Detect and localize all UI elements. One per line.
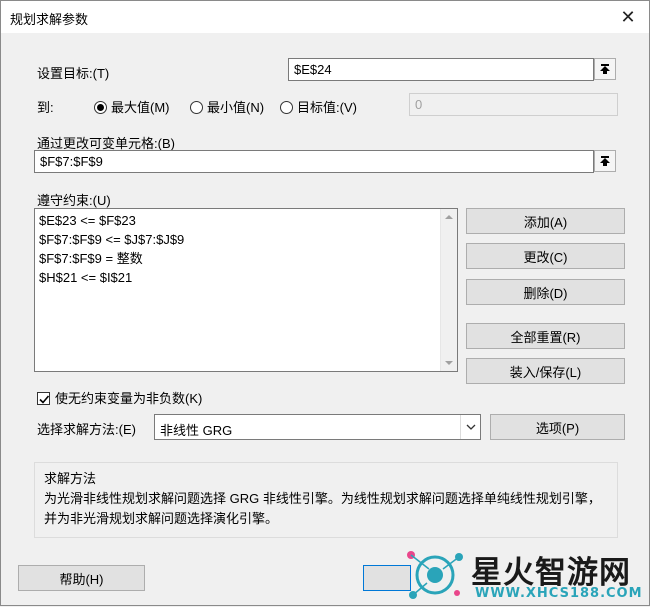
solving-method-description: 为光滑非线性规划求解问题选择 GRG 非线性引擎。为线性规划求解问题选择单纯线性…	[44, 491, 601, 526]
target-value-input[interactable]: 0	[409, 93, 618, 116]
checkbox-indicator	[37, 392, 50, 405]
constraint-item[interactable]: $E$23 <= $F$23	[39, 211, 184, 230]
method-value: 非线性 GRG	[160, 423, 233, 438]
radio-min[interactable]: 最小值(N)	[190, 97, 264, 116]
solving-method-group: 求解方法 为光滑非线性规划求解问题选择 GRG 非线性引擎。为线性规划求解问题选…	[34, 462, 618, 538]
radio-min-label: 最小值(N)	[207, 100, 265, 115]
radio-target-indicator	[280, 101, 293, 114]
title-bar: 规划求解参数 ✕	[1, 1, 649, 33]
watermark-logo-icon	[407, 551, 463, 599]
add-button[interactable]: 添加(A)	[466, 208, 625, 234]
change-button[interactable]: 更改(C)	[466, 243, 625, 269]
reset-all-button[interactable]: 全部重置(R)	[466, 323, 625, 349]
objective-label: 设置目标:(T)	[37, 66, 110, 81]
window-title: 规划求解参数	[10, 12, 89, 27]
close-icon[interactable]: ✕	[613, 4, 643, 30]
objective-collapse-button[interactable]	[594, 58, 616, 80]
constraint-item[interactable]: $H$21 <= $I$21	[39, 268, 184, 287]
chevron-down-icon[interactable]	[460, 415, 480, 439]
objective-value: $E$24	[294, 62, 332, 77]
solver-parameters-dialog: 规划求解参数 ✕ 设置目标:(T) $E$24 到: 最大值(M) 最小值(N)…	[0, 0, 650, 606]
method-select[interactable]: 非线性 GRG	[154, 414, 481, 440]
variables-value: $F$7:$F$9	[40, 154, 103, 169]
constraint-item[interactable]: $F$7:$F$9 = 整数	[39, 249, 184, 268]
radio-target-label: 目标值:(V)	[297, 100, 357, 115]
checkmark-icon	[39, 395, 50, 404]
constraint-item[interactable]: $F$7:$F$9 <= $J$7:$J$9	[39, 230, 184, 249]
radio-min-indicator	[190, 101, 203, 114]
collapse-arrow-icon	[600, 64, 610, 74]
method-label: 选择求解方法:(E)	[37, 422, 136, 437]
nonnegative-label: 使无约束变量为非负数(K)	[55, 391, 203, 406]
radio-max-indicator	[94, 101, 107, 114]
radio-target-value[interactable]: 目标值:(V)	[280, 97, 357, 116]
nonnegative-checkbox[interactable]: 使无约束变量为非负数(K)	[37, 388, 202, 407]
constraints-scrollbar[interactable]	[440, 209, 457, 371]
options-button[interactable]: 选项(P)	[490, 414, 625, 440]
to-label: 到:	[37, 100, 54, 115]
constraints-label: 遵守约束:(U)	[37, 193, 111, 208]
radio-max-label: 最大值(M)	[111, 100, 170, 115]
delete-button[interactable]: 删除(D)	[466, 279, 625, 305]
constraints-list[interactable]: $E$23 <= $F$23 $F$7:$F$9 <= $J$7:$J$9 $F…	[34, 208, 458, 372]
help-button[interactable]: 帮助(H)	[18, 565, 145, 591]
scroll-up-icon[interactable]	[445, 215, 453, 219]
radio-max[interactable]: 最大值(M)	[94, 97, 170, 116]
target-value-text: 0	[415, 97, 423, 112]
load-save-button[interactable]: 装入/保存(L)	[466, 358, 625, 384]
scroll-down-icon[interactable]	[445, 361, 453, 365]
collapse-arrow-icon	[600, 156, 610, 166]
objective-input[interactable]: $E$24	[288, 58, 594, 81]
watermark: 星火智游网 WWW.XHCS188.COM	[401, 541, 650, 607]
variables-input[interactable]: $F$7:$F$9	[34, 150, 594, 173]
solving-method-title: 求解方法	[44, 471, 97, 486]
watermark-url: WWW.XHCS188.COM	[475, 586, 643, 601]
variables-collapse-button[interactable]	[594, 150, 616, 172]
